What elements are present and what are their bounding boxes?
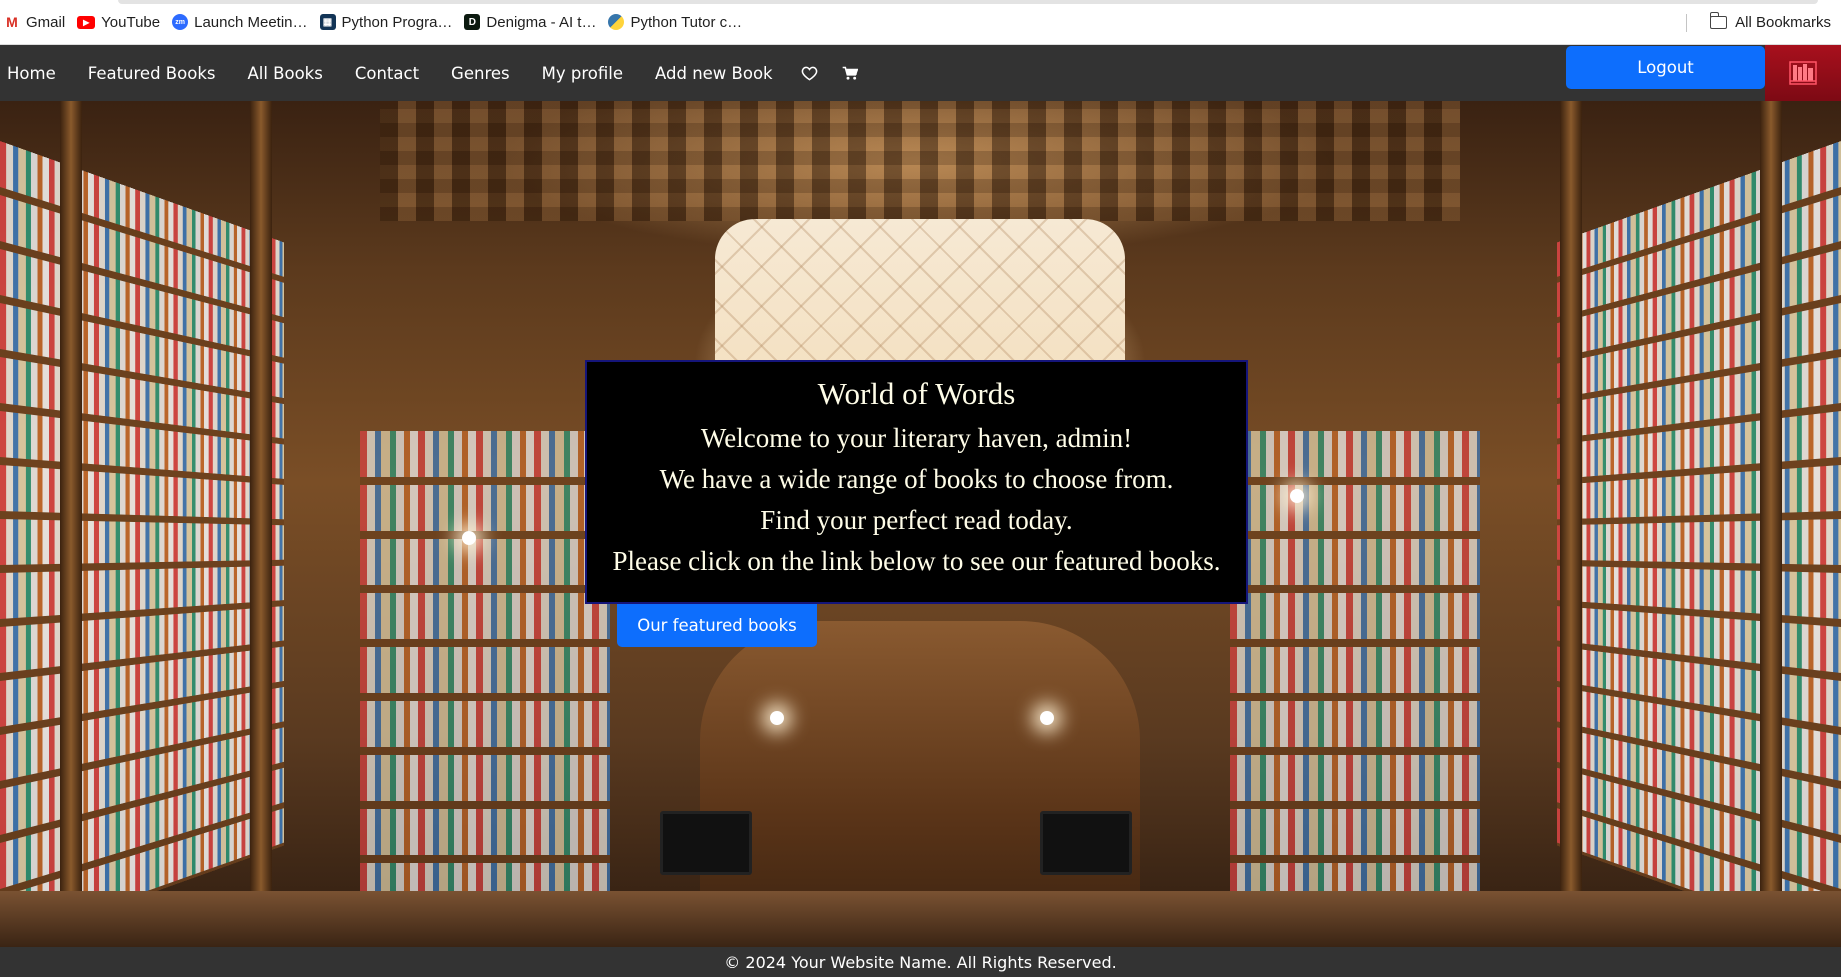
all-bookmarks-button[interactable]: All Bookmarks	[1709, 0, 1831, 45]
lamp-glow	[462, 531, 476, 545]
bookstore-logo-icon[interactable]	[1765, 45, 1841, 101]
site-navbar: Home Featured Books All Books Contact Ge…	[0, 45, 1841, 101]
gmail-icon: M	[6, 14, 18, 30]
bookmark-denigma[interactable]: D Denigma - AI t…	[460, 0, 604, 45]
counter-decoration	[0, 891, 1841, 947]
featured-books-button[interactable]: Our featured books	[617, 604, 817, 647]
bookmark-python-tutor[interactable]: Python Tutor c…	[604, 0, 750, 45]
bookmarks-bar: M Gmail ▶ YouTube zm Launch Meetin… ▦ Py…	[0, 0, 1841, 45]
folder-icon	[1709, 12, 1728, 29]
nav-contact[interactable]: Contact	[339, 45, 435, 101]
bookshelf-right	[1556, 141, 1841, 947]
denigma-icon: D	[464, 14, 481, 30]
ceiling-decoration	[380, 101, 1460, 221]
instruction-line: Please click on the link below to see ou…	[612, 546, 1221, 576]
lamp-glow	[1290, 489, 1304, 503]
logout-button[interactable]: Logout	[1566, 46, 1765, 89]
wood-column	[1560, 101, 1582, 947]
nav-all-books[interactable]: All Books	[231, 45, 338, 101]
bookmark-gmail[interactable]: M Gmail	[0, 0, 73, 45]
bookshelf-left	[0, 141, 285, 947]
wood-column	[60, 101, 82, 947]
welcome-card: World of Words Welcome to your literary …	[585, 360, 1248, 604]
welcome-line: Welcome to your literary haven, admin!	[700, 423, 1133, 453]
lamp-glow	[1040, 711, 1054, 725]
nav-my-profile[interactable]: My profile	[526, 45, 639, 101]
copyright-text: © 2024 Your Website Name. All Rights Res…	[724, 952, 1117, 972]
bookmark-label: YouTube	[101, 13, 161, 31]
bookmarks-divider	[1686, 14, 1687, 32]
wood-column	[250, 101, 272, 947]
bookmark-label: Denigma - AI t…	[486, 13, 597, 31]
range-line: We have a wide range of books to choose …	[659, 464, 1174, 494]
python-icon	[608, 14, 625, 30]
heart-icon[interactable]	[789, 45, 830, 101]
bookshelf-inner-right	[1230, 431, 1480, 947]
wood-column	[1760, 101, 1782, 947]
site-footer: © 2024 Your Website Name. All Rights Res…	[0, 947, 1841, 977]
monitor-decoration	[660, 811, 752, 875]
bookshelf-inner-left	[360, 431, 610, 947]
nav-add-new-book[interactable]: Add new Book	[639, 45, 789, 101]
nav-featured-books[interactable]: Featured Books	[72, 45, 232, 101]
bookmark-label: Python Progra…	[341, 13, 453, 31]
zoom-icon: zm	[172, 14, 189, 30]
find-line: Find your perfect read today.	[760, 505, 1073, 535]
hero-section: World of Words Welcome to your literary …	[0, 101, 1841, 947]
lamp-glow	[770, 711, 784, 725]
bookmark-zoom[interactable]: zm Launch Meetin…	[168, 0, 315, 45]
youtube-icon: ▶	[77, 15, 96, 29]
bookmark-youtube[interactable]: ▶ YouTube	[73, 0, 168, 45]
python-programiz-icon: ▦	[319, 14, 336, 30]
nav-genres[interactable]: Genres	[435, 45, 526, 101]
bookmark-label: Launch Meetin…	[194, 13, 308, 31]
all-bookmarks-label: All Bookmarks	[1735, 14, 1831, 31]
nav-home[interactable]: Home	[0, 45, 72, 101]
tab-strip-edge	[118, 0, 1818, 4]
bookmark-label: Python Tutor c…	[630, 13, 743, 31]
bookmark-python-programiz[interactable]: ▦ Python Progra…	[316, 0, 461, 45]
bookmark-label: Gmail	[26, 13, 66, 31]
cart-icon[interactable]	[830, 45, 870, 101]
site-title: World of Words	[817, 376, 1016, 411]
monitor-decoration	[1040, 811, 1132, 875]
